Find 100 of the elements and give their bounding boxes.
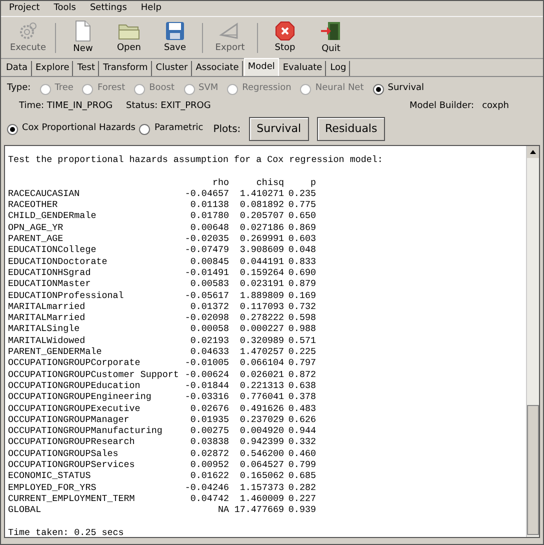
table-cell-text: 0.01935 (189, 414, 229, 426)
table-cell-text: 0.026021 (238, 368, 284, 380)
table-cell-text: 0.483 (287, 402, 316, 414)
table-cell-text: -0.05617 (184, 290, 229, 301)
table-cell-text: 0.378 (287, 391, 316, 403)
table-cell-text: OCCUPATIONGROUPCorporate (8, 357, 142, 369)
table-cell-text: 1.470257 (238, 346, 284, 358)
table-cell-text: OCCUPATIONGROUPEducation (8, 380, 142, 392)
table-cell-text: EMPLOYED_FOR_YRS (8, 482, 98, 493)
table-cell-text: 0.000227 (238, 323, 284, 335)
plot-button[interactable]: Residuals (317, 117, 386, 141)
menu-item[interactable]: Tools (54, 2, 76, 16)
toolbar-button[interactable]: Stop (264, 18, 306, 56)
scrollbar[interactable] (526, 146, 539, 537)
menu-item[interactable]: Project (9, 2, 40, 16)
table-cell-text: OCCUPATIONGROUPExecutive (8, 402, 142, 414)
tab[interactable]: Log (327, 61, 350, 76)
table-cell-text: -0.07479 (184, 244, 229, 256)
table-cell-text: EDUCATIONHSgrad (8, 266, 92, 278)
table-cell-text: GLOBAL (8, 504, 42, 516)
table-cell-text: OCCUPATIONGROUPSales (8, 448, 120, 460)
gear-icon (18, 21, 38, 41)
table-cell-text: 1.889809 (238, 290, 284, 301)
toolbar-button[interactable]: Open (108, 18, 150, 56)
table-cell-text: 0.775 (287, 199, 316, 210)
table-cell-text: -0.02035 (184, 233, 229, 244)
radio-button[interactable] (372, 84, 384, 94)
table-cell-text: 0.227 (287, 492, 316, 504)
table-cell-text: 0.237029 (238, 414, 284, 426)
tab[interactable]: Transform (100, 61, 152, 76)
tab[interactable]: Associate (192, 61, 243, 76)
table-cell-text: 0.235 (287, 188, 316, 200)
tab[interactable]: Data (3, 61, 32, 76)
table-cell-text: 0.01372 (189, 300, 229, 312)
table-cell-text: 17.477669 (233, 504, 284, 516)
radio-label: Tree (54, 82, 74, 96)
table-cell-text: MARITALSingle (8, 323, 81, 335)
table-cell-text: 0.00845 (189, 256, 229, 267)
table-cell-text: 0.491626 (238, 402, 284, 414)
table-cell-text: 0.01780 (189, 210, 229, 222)
table-cell-text: 0.732 (287, 300, 316, 312)
table-cell-text: MARITALmarried (8, 300, 86, 312)
radio-button[interactable] (7, 124, 18, 134)
table-cell-text: 0.546200 (238, 448, 284, 460)
table-cell-text: PARENT_GENDERMale (8, 346, 103, 358)
table-cell-text: 0.225 (287, 346, 316, 358)
table-cell-text: 0.066104 (238, 357, 284, 369)
plot-button[interactable]: Survival (248, 117, 310, 141)
table-cell-text: 1.460009 (238, 492, 284, 504)
table-cell-text: 0.00275 (189, 425, 229, 436)
tab[interactable]: Test (74, 61, 100, 76)
column-header: p (309, 176, 316, 188)
exit-door-icon (320, 20, 342, 42)
table-cell-text: RACECAUCASIAN (8, 188, 81, 200)
table-cell-text: 0.081892 (238, 199, 284, 210)
table-cell-text: 0.044191 (238, 256, 284, 267)
radio-label: Survival (388, 82, 424, 96)
menu-item[interactable]: Settings (90, 2, 127, 16)
table-cell-text: 0.320989 (238, 334, 284, 346)
table-cell-text: OCCUPATIONGROUPServices (8, 459, 136, 470)
table-cell-text: -0.04246 (184, 482, 229, 493)
toolbar-button[interactable]: Quit (310, 18, 352, 56)
menu-item[interactable]: Help (140, 2, 162, 16)
toolbar-button[interactable]: New (62, 18, 104, 56)
table-cell-text: -0.03316 (184, 391, 229, 403)
toolbar-button[interactable]: Save (154, 18, 196, 56)
table-cell-text: EDUCATIONCollege (8, 244, 98, 256)
table-cell-text: 0.833 (287, 256, 316, 267)
table-cell-text: 0.638 (287, 380, 316, 392)
table-cell-text: 0.988 (287, 323, 316, 335)
radio-button[interactable] (139, 124, 150, 134)
scroll-up-icon[interactable] (527, 146, 539, 158)
table-cell-text: ECONOMIC_STATUS (8, 470, 92, 482)
tab[interactable]: Explore (32, 61, 74, 76)
table-cell-text: CURRENT_EMPLOYMENT_TERM (8, 492, 136, 504)
table-cell-text: 1.157373 (238, 482, 284, 493)
scroll-thumb[interactable] (527, 405, 539, 535)
table-cell-text: EDUCATIONDoctorate (8, 256, 108, 267)
table-cell-text: -0.00624 (184, 368, 229, 380)
table-cell-text: 0.159264 (238, 266, 284, 278)
table-cell-text: 0.064527 (238, 459, 284, 470)
tab[interactable]: Model (244, 58, 279, 76)
stop-icon (275, 21, 295, 41)
table-cell-text: EDUCATIONProfessional (8, 290, 125, 301)
tab[interactable]: Evaluate (280, 61, 326, 76)
model-builder-label: Model Builder: (409, 100, 474, 114)
tab[interactable]: Cluster (152, 61, 192, 76)
type-label: Type: (7, 82, 31, 96)
table-cell-text: 0.00058 (189, 323, 229, 335)
table-cell-text: 0.799 (287, 459, 316, 470)
table-cell-text: 0.332 (287, 436, 316, 448)
column-header: chisq (255, 176, 284, 188)
table-cell-text: 0.04742 (189, 492, 229, 504)
table-cell-text: EDUCATIONMaster (8, 278, 92, 290)
table-cell-text: OCCUPATIONGROUPManager (8, 414, 130, 426)
table-cell-text: OCCUPATIONGROUPEngineering (8, 391, 152, 403)
table-cell-text: 0.797 (287, 357, 316, 369)
table-cell-text: -0.04657 (184, 188, 229, 200)
table-cell-text: NA (216, 504, 229, 516)
table-cell-text: 0.00583 (189, 278, 229, 290)
